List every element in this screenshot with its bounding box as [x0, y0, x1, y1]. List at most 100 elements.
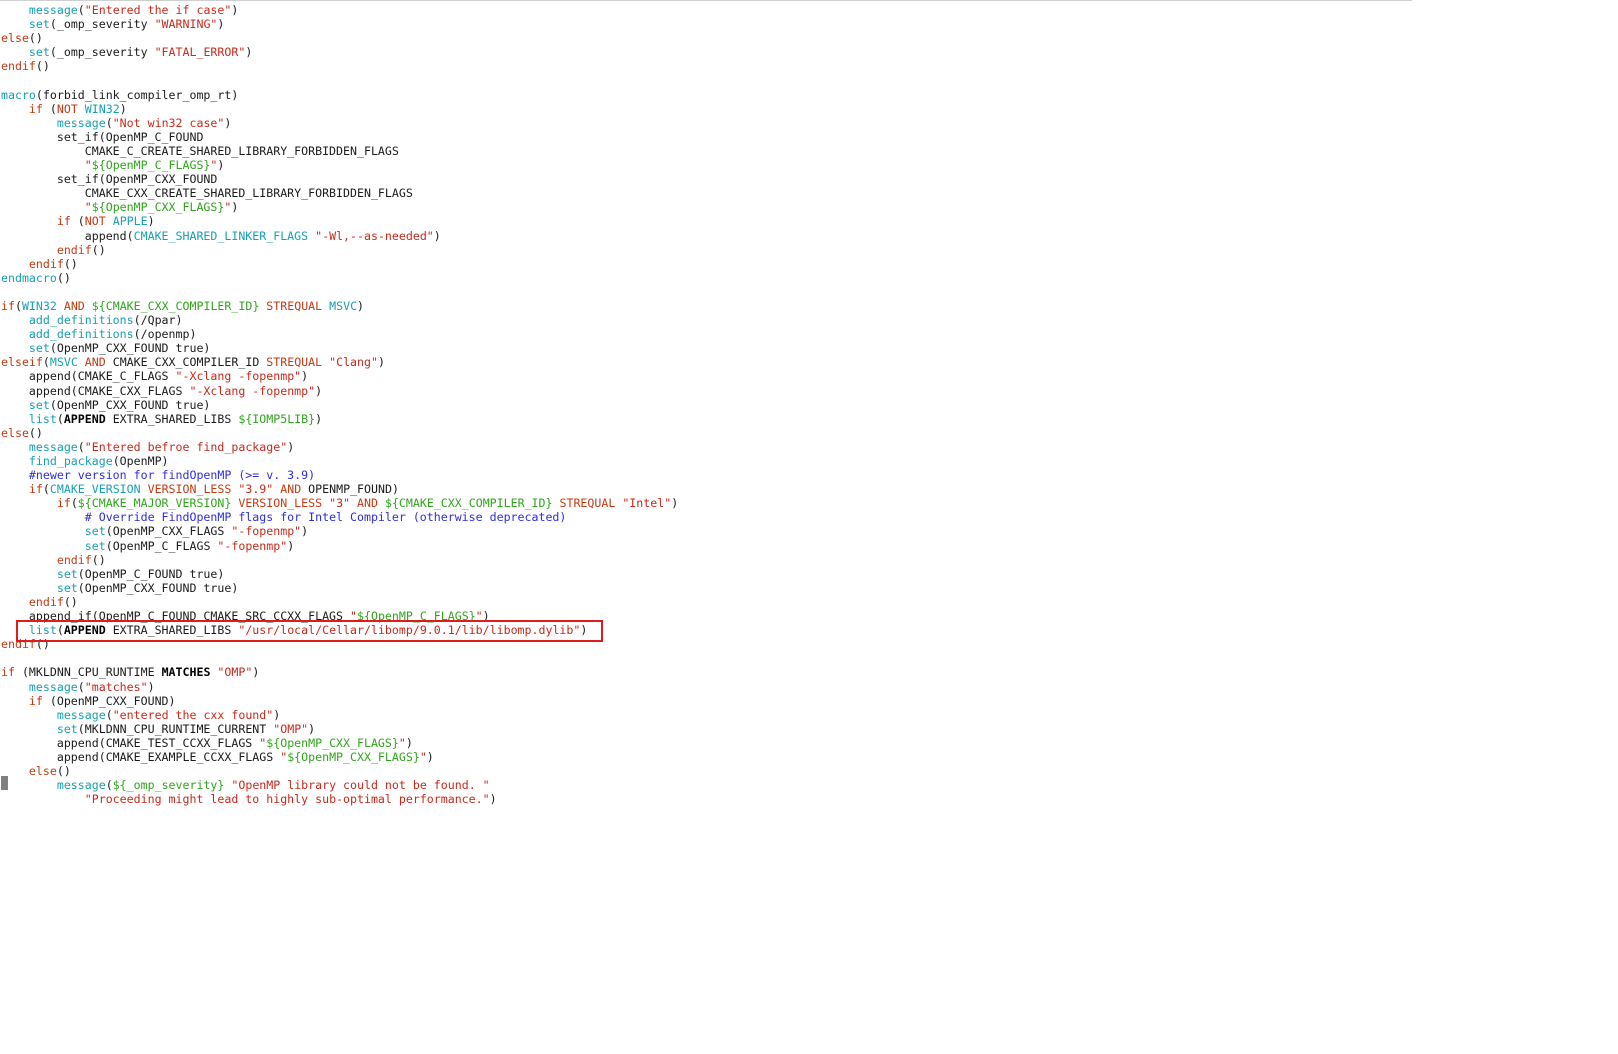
code-token: ) — [147, 679, 155, 694]
code-token: ) — [489, 792, 497, 807]
code-token: ) — [147, 214, 155, 229]
code-line: endif() — [1, 553, 678, 567]
code-token: STREQUAL — [266, 298, 323, 313]
code-token: ) — [426, 749, 434, 764]
code-token: if — [56, 214, 71, 229]
code-token: append(CMAKE_EXAMPLE_CCXX_FLAGS — [1, 749, 281, 764]
code-line: append(CMAKE_CXX_FLAGS "-Xclang -fopenmp… — [1, 384, 678, 398]
code-token: (forbid_link_compiler_omp_rt) — [35, 87, 239, 102]
code-token: message — [56, 115, 106, 130]
code-token: ) — [287, 439, 295, 454]
code-token: ) — [217, 17, 225, 32]
code-token: "Not win32 case" — [112, 115, 225, 130]
code-token: elseif — [1, 355, 43, 370]
code-line: find_package(OpenMP) — [1, 454, 678, 468]
code-line: set(_omp_severity "WARNING") — [1, 17, 678, 31]
code-line: endif() — [1, 59, 678, 73]
code-token: message — [28, 439, 78, 454]
code-token: # Override FindOpenMP flags for Intel Co… — [84, 510, 567, 525]
code-token: ${OpenMP_CXX_FLAGS} — [91, 200, 225, 215]
code-token: WIN32 — [84, 101, 120, 116]
code-token: "Intel" — [622, 496, 672, 511]
code-token: ) — [252, 665, 260, 680]
code-token: VERSION_LESS — [238, 496, 323, 511]
code-line: CMAKE_C_CREATE_SHARED_LIBRARY_FORBIDDEN_… — [1, 144, 678, 158]
code-token: ${OpenMP_C_FLAGS} — [91, 158, 211, 173]
code-token: endif — [28, 256, 64, 271]
code-line: else() — [1, 426, 678, 440]
code-token: " — [84, 158, 92, 173]
code-token: ) — [224, 115, 232, 130]
code-token: MSVC — [49, 355, 78, 370]
code-token: ) — [119, 101, 127, 116]
code-token: find_package — [28, 454, 113, 468]
code-token: ( — [56, 411, 64, 426]
code-token: () — [91, 242, 106, 257]
window-top-border — [0, 0, 1412, 1]
code-line: macro(forbid_link_compiler_omp_rt) — [1, 88, 678, 102]
code-line: if (OpenMP_CXX_FOUND) — [1, 694, 678, 708]
code-token: message — [28, 679, 78, 694]
code-token: set_if(OpenMP_CXX_FOUND — [1, 172, 218, 187]
code-token: () — [28, 31, 43, 46]
code-token: "FATAL_ERROR" — [154, 45, 246, 60]
highlight-box-list-append — [16, 620, 603, 642]
code-token: ( — [42, 482, 50, 497]
code-token: (OpenMP_CXX_FOUND true) — [77, 580, 239, 595]
code-token: "-Wl,--as-needed" — [315, 228, 434, 243]
code-line: endmacro() — [1, 271, 678, 285]
code-token: set — [56, 580, 78, 595]
code-token: "3" — [329, 496, 351, 511]
code-token: (_omp_severity — [49, 45, 155, 60]
code-line: # Override FindOpenMP flags for Intel Co… — [1, 510, 678, 524]
code-token: endif — [1, 59, 36, 74]
code-line: #newer version for findOpenMP (>= v. 3.9… — [1, 468, 678, 482]
code-token: list — [28, 411, 57, 426]
code-token: EXTRA_SHARED_LIBS — [105, 411, 239, 426]
code-line: message("Not win32 case") — [1, 116, 678, 130]
code-token: endif — [28, 594, 64, 609]
code-token: ) — [273, 707, 281, 722]
code-token: ${_omp_severity} — [112, 778, 225, 793]
code-line: "${OpenMP_C_FLAGS}") — [1, 158, 678, 172]
code-token: (OpenMP_CXX_FOUND) — [42, 693, 176, 708]
code-token: else — [1, 425, 29, 440]
code-token: ( — [42, 101, 57, 116]
code-line: message("entered the cxx found") — [1, 708, 678, 722]
code-token: append(CMAKE_TEST_CCXX_FLAGS — [1, 735, 260, 750]
code-editor[interactable]: message("Entered the if case") set(_omp_… — [1, 3, 678, 806]
code-token: () — [63, 594, 78, 609]
code-line: set(_omp_severity "FATAL_ERROR") — [1, 45, 678, 59]
code-line: list(APPEND EXTRA_SHARED_LIBS ${IOMP5LIB… — [1, 412, 678, 426]
code-token: ) — [315, 411, 323, 426]
code-line: if (NOT APPLE) — [1, 214, 678, 228]
code-line: endif() — [1, 243, 678, 257]
code-token: ( — [105, 707, 113, 722]
code-token: CMAKE_SHARED_LINKER_FLAGS — [133, 228, 309, 243]
code-token: endif — [56, 242, 92, 257]
code-token: ${CMAKE_MAJOR_VERSION} — [77, 496, 232, 511]
code-line: set(OpenMP_C_FOUND true) — [1, 567, 678, 581]
code-token: () — [35, 59, 50, 74]
code-token: STREQUAL — [559, 496, 616, 511]
code-token: ${OpenMP_CXX_FLAGS} — [287, 749, 420, 764]
code-token: (MKLDNN_CPU_RUNTIME_CURRENT — [77, 721, 274, 736]
code-token: "OMP" — [217, 665, 253, 680]
